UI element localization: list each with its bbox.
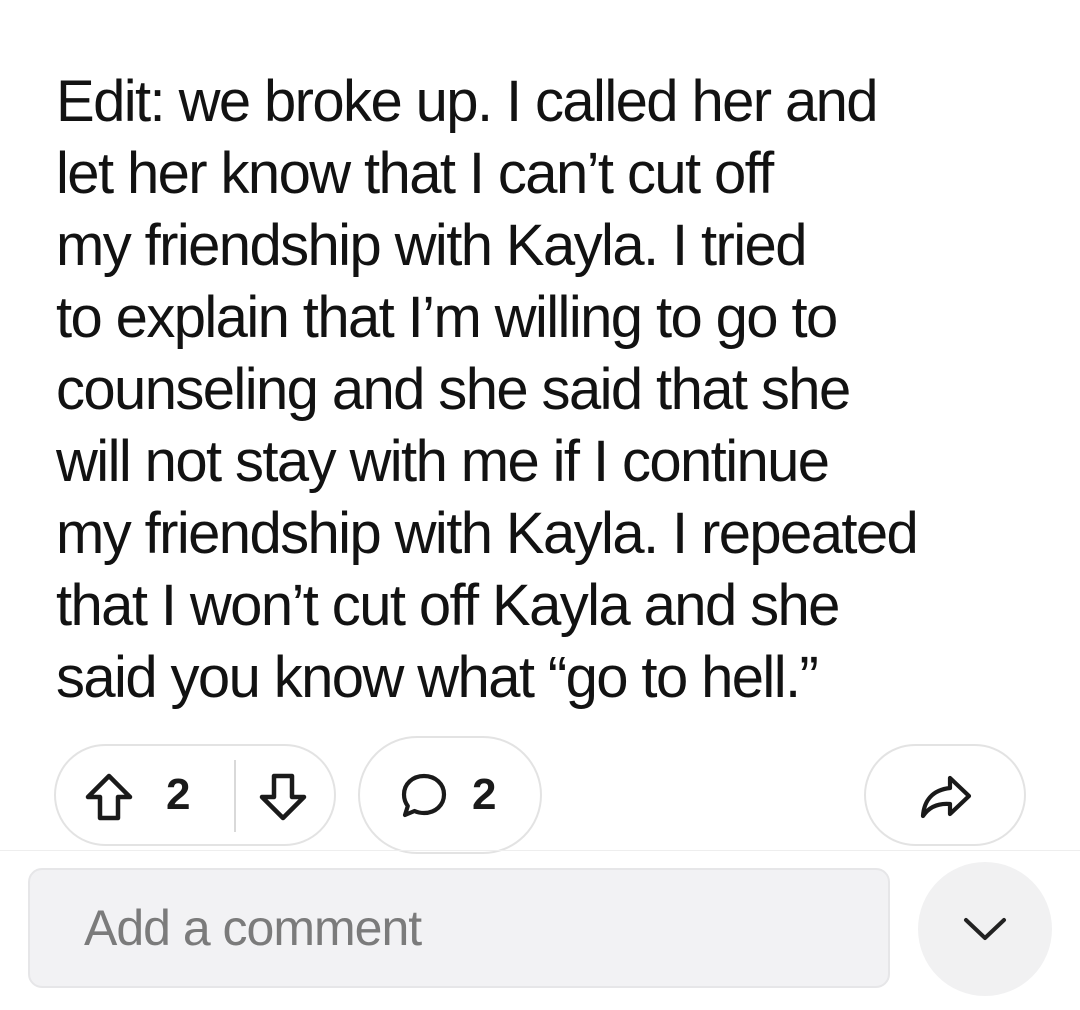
post-text-line: to explain that I’m willing to go to bbox=[56, 285, 838, 350]
vote-control: 2 bbox=[54, 744, 336, 846]
post-text-line: will not stay with me if I continue bbox=[56, 429, 830, 494]
post-text-line: let her know that I can’t cut off bbox=[56, 141, 774, 206]
vote-divider bbox=[234, 760, 236, 832]
collapse-button[interactable] bbox=[918, 862, 1052, 996]
share-arrow-icon bbox=[918, 770, 974, 824]
downvote-arrow-icon[interactable] bbox=[256, 770, 310, 824]
chevron-down-icon bbox=[962, 915, 1008, 943]
post-text-line: that I won’t cut off Kayla and she bbox=[56, 573, 840, 638]
share-button[interactable] bbox=[864, 744, 1026, 846]
post-text-line: my friendship with Kayla. I repeated bbox=[56, 501, 919, 566]
divider-line bbox=[0, 850, 1080, 851]
comment-count: 2 bbox=[472, 770, 497, 819]
vote-count: 2 bbox=[166, 770, 191, 819]
comments-button[interactable]: 2 bbox=[358, 736, 542, 854]
post-text-line: said you know what “go to hell.” bbox=[56, 645, 819, 710]
post-text-line: my friendship with Kayla. I tried bbox=[56, 213, 807, 278]
upvote-arrow-icon[interactable] bbox=[82, 770, 136, 824]
comment-placeholder: Add a comment bbox=[84, 900, 422, 956]
speech-bubble-icon bbox=[398, 770, 450, 822]
post-body: Edit: we broke up. I called her and let … bbox=[56, 66, 1046, 714]
add-comment-input[interactable]: Add a comment bbox=[28, 868, 890, 988]
post-action-bar: 2 2 bbox=[0, 736, 1080, 854]
post-text-line: counseling and she said that she bbox=[56, 357, 851, 422]
post-text-line: Edit: we broke up. I called her and bbox=[56, 69, 879, 134]
